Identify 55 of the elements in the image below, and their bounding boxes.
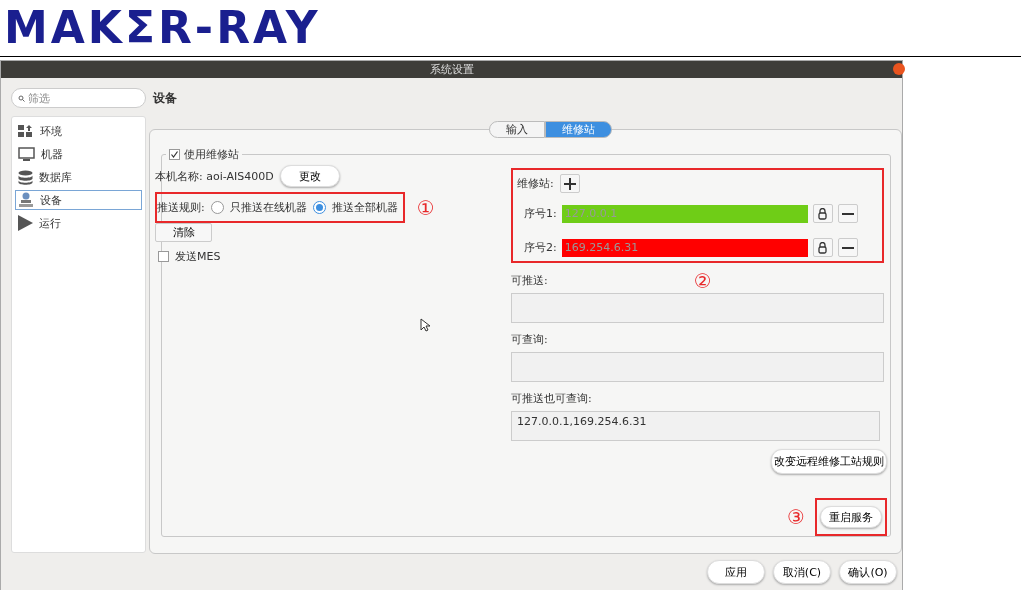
change-button[interactable]: 更改	[279, 165, 340, 187]
annotation-number: ②	[693, 270, 712, 291]
grid-icon	[18, 124, 34, 138]
add-button[interactable]	[559, 174, 580, 193]
radio-label: 推送全部机器	[331, 200, 398, 215]
remove-button[interactable]	[837, 204, 858, 223]
radio-button[interactable]	[210, 201, 224, 214]
sidebar-item[interactable]: 环境	[15, 121, 142, 141]
clear-button[interactable]: 清除	[155, 223, 212, 242]
host-name-label: 本机名称: aoi-AIS400D	[155, 168, 274, 184]
annotation-number: ①	[416, 197, 435, 218]
dialog-button[interactable]: 确认(O)	[839, 560, 897, 584]
search-icon	[18, 95, 25, 102]
filter-field[interactable]: 筛选	[11, 88, 146, 108]
dialog-button[interactable]: 应用	[707, 560, 765, 584]
restart-button[interactable]: 重启服务	[820, 506, 882, 528]
window-title: 系统设置	[429, 62, 474, 77]
plus-icon	[563, 177, 576, 190]
sidebar-item[interactable]: 数据库	[15, 167, 142, 187]
rule-label: 推送规则:	[157, 200, 205, 215]
lock-button[interactable]	[812, 238, 833, 257]
list-label: 可推送也可查询:	[511, 391, 592, 406]
rule-button[interactable]: 改变远程维修工站规则	[771, 449, 887, 474]
dialog-button[interactable]: 取消(C)	[773, 560, 831, 584]
lock-button[interactable]	[812, 204, 833, 223]
annotation-number: ③	[787, 507, 805, 527]
radio-label: 只推送在线机器	[229, 200, 307, 215]
logo: MAKΣR-RAY	[3, 1, 322, 55]
sidebar-item[interactable]: 运行	[15, 213, 142, 233]
row-label: 序号1:	[524, 206, 557, 221]
checkbox-label: 使用维修站	[184, 147, 239, 162]
remove-button[interactable]	[837, 238, 858, 257]
station-label: 维修站:	[517, 176, 554, 191]
monitor-icon	[18, 147, 35, 161]
sidebar-item[interactable]: 机器	[15, 144, 142, 164]
lock-icon	[818, 207, 828, 220]
robot-icon	[18, 192, 34, 208]
list-label: 可推送:	[511, 273, 548, 288]
database-icon	[18, 169, 33, 185]
minus-icon	[841, 212, 854, 215]
mouse-cursor-icon	[420, 318, 430, 332]
close-button[interactable]	[893, 63, 905, 75]
radio-button[interactable]	[312, 201, 326, 214]
list-label: 可查询:	[511, 332, 548, 347]
minus-icon	[841, 246, 854, 249]
sidebar-item[interactable]: 设备	[15, 190, 142, 210]
tab[interactable]: 输入	[489, 121, 545, 138]
page-title: 设备	[151, 89, 178, 107]
row-label: 序号2:	[524, 240, 557, 255]
checkbox[interactable]	[158, 251, 169, 262]
lock-icon	[818, 241, 828, 254]
checkbox[interactable]	[169, 149, 180, 160]
list-field: 127.0.0.1,169.254.6.31	[511, 411, 880, 441]
play-icon	[18, 215, 33, 231]
checkbox-label: 发送MES	[175, 249, 221, 264]
